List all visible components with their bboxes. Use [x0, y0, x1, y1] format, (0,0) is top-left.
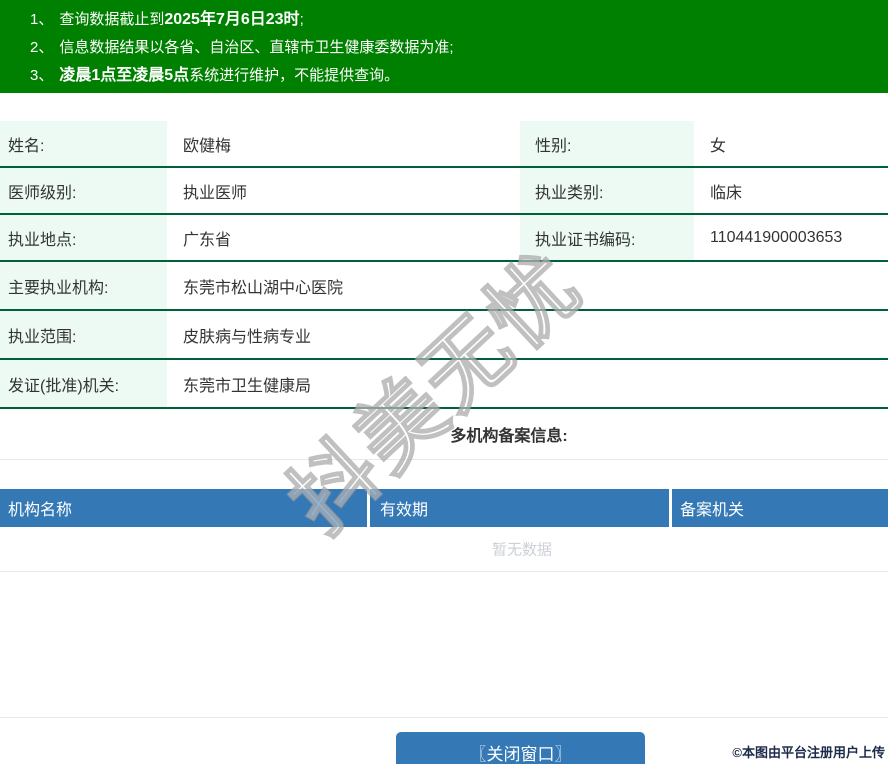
notice-text: 信息数据结果以各省、自治区、直辖市卫生健康委数据为准;: [59, 39, 454, 56]
notice-text-bold: 凌晨1点至凌晨5点: [59, 67, 190, 84]
close-window-button[interactable]: 〖关闭窗口〗: [396, 732, 645, 764]
content-divider: [0, 572, 888, 718]
practice-category-value: 临床: [710, 184, 743, 202]
notice-text: 系统进行维护，不能提供查询。: [189, 67, 400, 84]
practice-category-label: 执业类别:: [520, 168, 694, 213]
practice-scope-value: 皮肤病与性病专业: [183, 328, 312, 346]
info-row-issuing-authority: 发证(批准)机关: 东莞市卫生健康局: [0, 360, 888, 409]
filing-header-authority: 备案机关: [680, 502, 745, 519]
gender-label: 性别:: [520, 121, 694, 166]
practitioner-info-table: 姓名: 欧健梅 性别: 女 医师级别: 执业医师 执业类别: 临床 执业地点: …: [0, 121, 888, 409]
issuing-authority-value: 东莞市卫生健康局: [183, 377, 312, 395]
doctor-level-label: 医师级别:: [0, 168, 167, 213]
main-institution-label: 主要执业机构:: [0, 262, 167, 309]
notice-line-3: 3、 凌晨1点至凌晨5点系统进行维护，不能提供查询。: [30, 62, 888, 90]
notice-line-number: 2、: [30, 39, 54, 56]
gender-value: 女: [710, 137, 727, 155]
info-row-location-certificate: 执业地点: 广东省 执业证书编码: 110441900003653: [0, 215, 888, 262]
main-institution-value: 东莞市松山湖中心医院: [183, 279, 344, 297]
notice-line-number: 1、: [30, 11, 54, 28]
filing-header-validity: 有效期: [370, 489, 672, 527]
info-row-level-category: 医师级别: 执业医师 执业类别: 临床: [0, 168, 888, 215]
info-row-main-institution: 主要执业机构: 东莞市松山湖中心医院: [0, 262, 888, 311]
practice-location-value: 广东省: [183, 231, 232, 249]
notice-text: 查询数据截止到: [59, 11, 165, 28]
notice-line-number: 3、: [30, 67, 54, 84]
notice-banner: 1、 查询数据截止到2025年7月6日23时; 2、 信息数据结果以各省、自治区、直…: [0, 0, 888, 93]
name-value: 欧健梅: [183, 137, 232, 155]
issuing-authority-label: 发证(批准)机关:: [0, 360, 167, 407]
practitioner-query-result-page: 1、 查询数据截止到2025年7月6日23时; 2、 信息数据结果以各省、自治区、直…: [0, 0, 888, 764]
info-row-name-gender: 姓名: 欧健梅 性别: 女: [0, 121, 888, 168]
filing-section-title-text: 多机构备案信息:: [450, 428, 568, 445]
notice-line-1: 1、 查询数据截止到2025年7月6日23时;: [30, 6, 888, 34]
notice-line-2: 2、 信息数据结果以各省、自治区、直辖市卫生健康委数据为准;: [30, 34, 888, 62]
filing-header-institution: 机构名称: [0, 489, 370, 527]
empty-data-text: 暂无数据: [491, 541, 553, 559]
notice-text-bold: 2025年7月6日23时: [164, 11, 300, 28]
filing-empty-row: 暂无数据: [0, 527, 888, 572]
upload-caption: ©本图由平台注册用户上传: [732, 745, 885, 760]
doctor-level-value: 执业医师: [183, 184, 248, 202]
practice-scope-label: 执业范围:: [0, 311, 167, 358]
notice-text: ;: [299, 11, 304, 28]
filing-table-header: 机构名称 有效期 备案机关: [0, 489, 888, 527]
name-label: 姓名:: [0, 121, 167, 166]
filing-section-title: 多机构备案信息:: [0, 409, 888, 460]
certificate-number-label: 执业证书编码:: [520, 215, 694, 260]
practice-location-label: 执业地点:: [0, 215, 167, 260]
info-row-practice-scope: 执业范围: 皮肤病与性病专业: [0, 311, 888, 360]
certificate-number-value: 110441900003653: [710, 228, 843, 246]
